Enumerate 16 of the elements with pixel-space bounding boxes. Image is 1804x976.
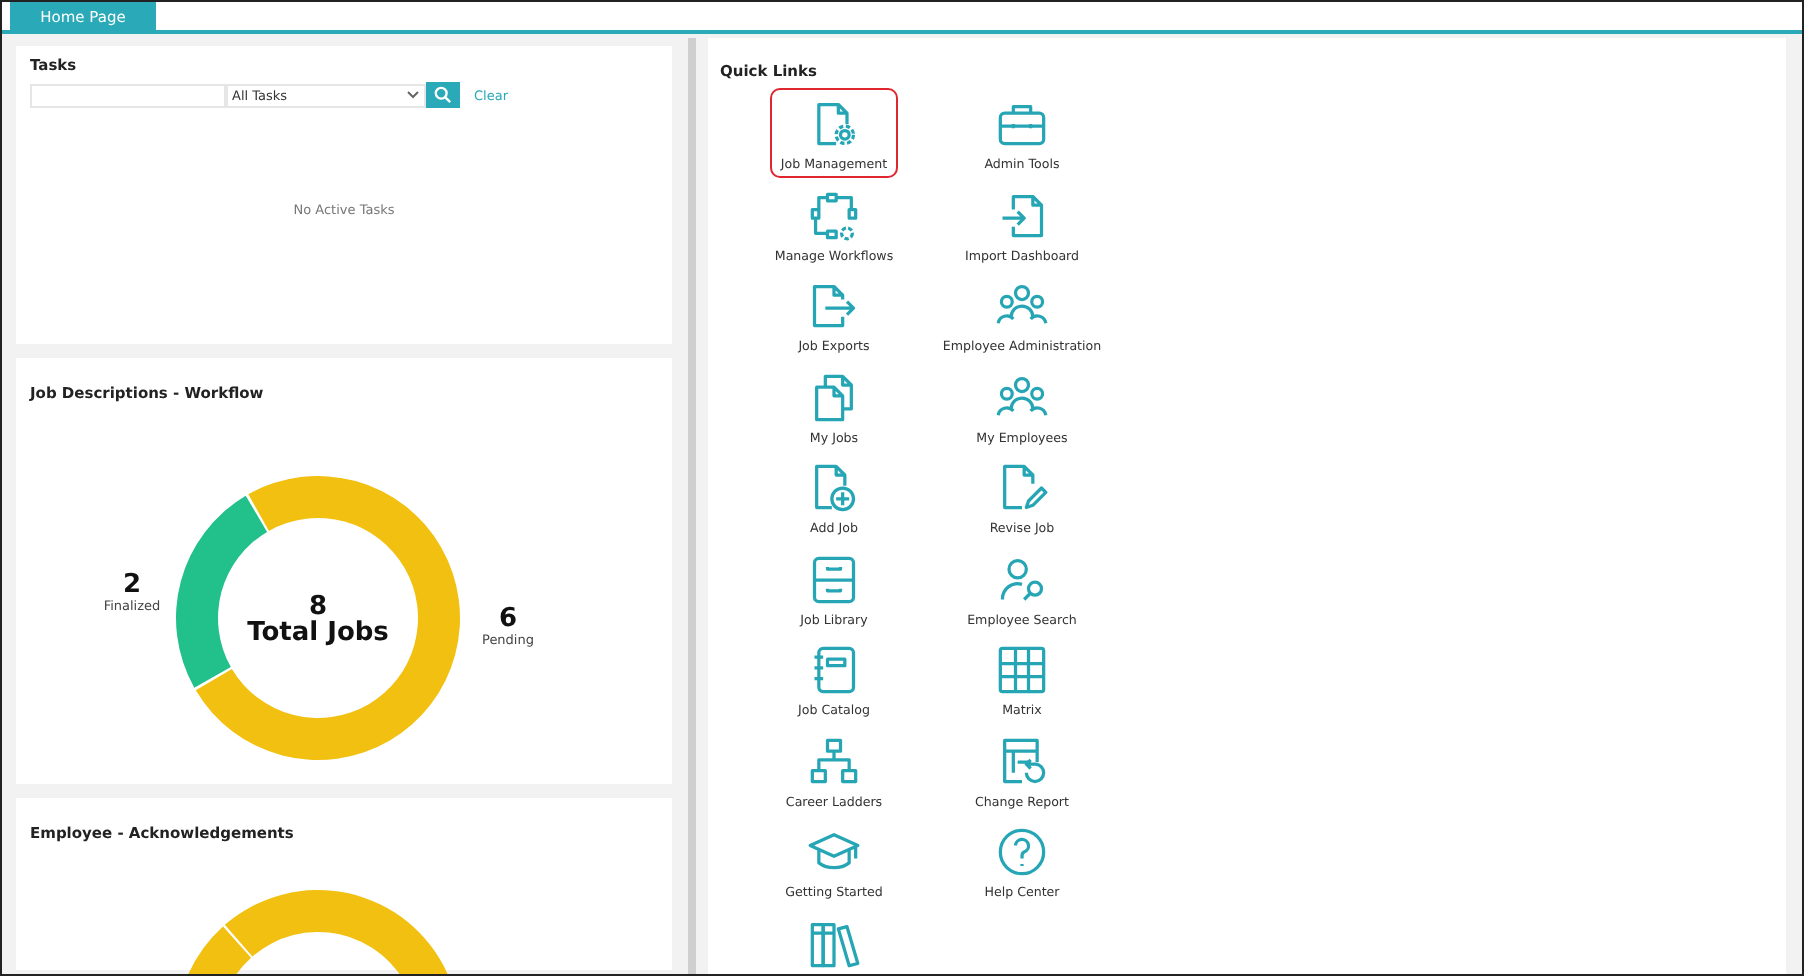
help-icon xyxy=(996,826,1048,878)
search-icon xyxy=(434,86,452,104)
search-field[interactable] xyxy=(30,83,226,107)
chevron-down-icon xyxy=(406,90,420,100)
books-icon xyxy=(808,917,860,969)
grid-icon xyxy=(996,644,1048,696)
person-search-icon xyxy=(996,553,1048,605)
total-count: 8 xyxy=(308,592,328,622)
search-button[interactable] xyxy=(426,82,460,108)
total-label: Total Jobs xyxy=(247,618,389,648)
hierarchy-icon xyxy=(808,735,860,787)
document-export-icon xyxy=(808,280,860,332)
workflow-gear-icon xyxy=(808,189,860,241)
segment-count: 6 xyxy=(498,604,518,634)
cabinet-icon xyxy=(808,553,860,605)
segment-count: 2 xyxy=(122,570,142,600)
